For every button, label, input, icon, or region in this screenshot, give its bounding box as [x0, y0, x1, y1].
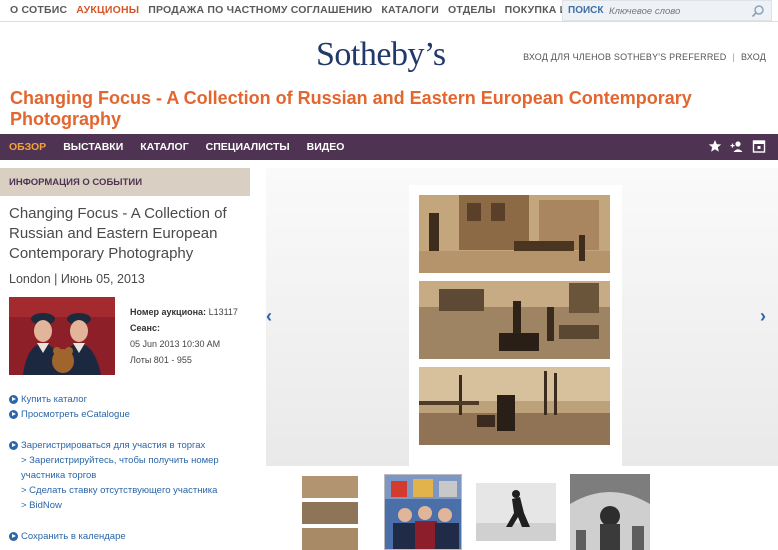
search-box: ПОИСК [562, 0, 772, 21]
auction-subnav: ОБЗОР ВЫСТАВКИ КАТАЛОГ СПЕЦИАЛИСТЫ ВИДЕО [0, 134, 778, 160]
nav-departments[interactable]: ОТДЕЛЫ [448, 4, 496, 16]
tab-overview[interactable]: ОБЗОР [9, 141, 46, 153]
event-info-header: ИНФОРМАЦИЯ О СОБЫТИИ [0, 168, 250, 196]
page-title: Changing Focus - A Collection of Russian… [10, 88, 692, 129]
arrow-circle-icon [9, 532, 18, 541]
search-icon[interactable] [751, 4, 765, 18]
tab-specialists[interactable]: СПЕЦИАЛИСТЫ [206, 141, 290, 153]
arrow-circle-icon [9, 410, 18, 419]
absentee-bid-link[interactable]: > Сделать ставку отсутствующего участник… [9, 483, 252, 498]
session-label: Сеанс: [130, 323, 160, 333]
sale-number-label: Номер аукциона: [130, 307, 207, 317]
next-image-button[interactable]: › [760, 306, 766, 327]
catalogue-page [409, 185, 622, 467]
star-icon[interactable] [708, 139, 722, 153]
login-links: ВХОД ДЛЯ ЧЛЕНОВ SOTHEBY'S PREFERRED | ВХОД [523, 52, 766, 62]
save-to-calendar-label: Сохранить в календаре [21, 531, 126, 542]
add-user-icon[interactable] [730, 139, 744, 153]
preferred-login-link[interactable]: ВХОД ДЛЯ ЧЛЕНОВ SOTHEBY'S PREFERRED [523, 52, 726, 62]
sale-number: L13117 [208, 307, 238, 317]
tab-video[interactable]: ВИДЕО [307, 141, 345, 153]
sothebys-logo[interactable]: Sotheby’s [316, 36, 446, 74]
lot-photo[interactable] [419, 281, 610, 359]
save-to-calendar-link[interactable]: Сохранить в календаре [9, 529, 252, 544]
thumbnail[interactable] [384, 474, 462, 550]
subnav-tools [708, 139, 766, 153]
register-to-bid-label: Зарегистрироваться для участия в торгах [21, 440, 206, 451]
nav-auctions[interactable]: АУКЦИОНЫ [76, 4, 139, 16]
sale-title: Changing Focus - A Collection of Russian… [9, 205, 227, 262]
previous-image-button[interactable]: ‹ [266, 306, 272, 327]
arrow-circle-icon [9, 395, 18, 404]
thumbnail-strip [300, 474, 660, 550]
login-separator: | [732, 52, 735, 62]
lot-photo[interactable] [419, 195, 610, 273]
lot-photo[interactable] [419, 367, 610, 445]
nav-about[interactable]: О СОТБИС [10, 4, 67, 16]
thumbnail[interactable] [570, 474, 650, 550]
tab-exhibitions[interactable]: ВЫСТАВКИ [63, 141, 123, 153]
nav-private-sales[interactable]: ПРОДАЖА ПО ЧАСТНОМУ СОГЛАШЕНИЮ [148, 4, 372, 16]
thumbnail[interactable] [476, 483, 556, 541]
calendar-icon[interactable] [752, 139, 766, 153]
nav-catalogues[interactable]: КАТАЛОГИ [381, 4, 439, 16]
buy-catalogue-link[interactable]: Купить каталог [9, 392, 252, 407]
sale-details: Номер аукциона: L13117 Сеанс: 05 Jun 201… [130, 304, 238, 368]
search-input[interactable] [609, 3, 749, 19]
lot-image-viewer: ‹ › [266, 168, 778, 467]
event-info-panel: ИНФОРМАЦИЯ О СОБЫТИИ Changing Focus - A … [0, 160, 252, 550]
register-to-bid-link[interactable]: Зарегистрироваться для участия в торгах [9, 438, 252, 453]
login-link[interactable]: ВХОД [741, 52, 766, 62]
search-label: ПОИСК [568, 5, 604, 16]
bidnow-link[interactable]: > BidNow [9, 498, 252, 513]
arrow-circle-icon [9, 441, 18, 450]
view-ecatalogue-link[interactable]: Просмотреть eCatalogue [9, 407, 252, 422]
view-ecatalogue-label: Просмотреть eCatalogue [21, 409, 130, 420]
tab-catalogue[interactable]: КАТАЛОГ [140, 141, 188, 153]
sale-location-date: London | Июнь 05, 2013 [9, 272, 145, 286]
lots-range: Лоты 801 - 955 [130, 355, 192, 365]
get-paddle-number-link[interactable]: > Зарегистрируйтесь, чтобы получить номе… [9, 453, 252, 483]
top-navigation: О СОТБИС АУКЦИОНЫ ПРОДАЖА ПО ЧАСТНОМУ СО… [0, 0, 778, 22]
thumbnail[interactable] [302, 476, 358, 550]
session-time: 05 Jun 2013 10:30 AM [130, 339, 221, 349]
event-info-heading: ИНФОРМАЦИЯ О СОБЫТИИ [9, 177, 143, 188]
sale-links: Купить каталог Просмотреть eCatalogue За… [9, 392, 252, 544]
buy-catalogue-label: Купить каталог [21, 394, 88, 405]
sale-cover-image[interactable] [9, 297, 115, 375]
